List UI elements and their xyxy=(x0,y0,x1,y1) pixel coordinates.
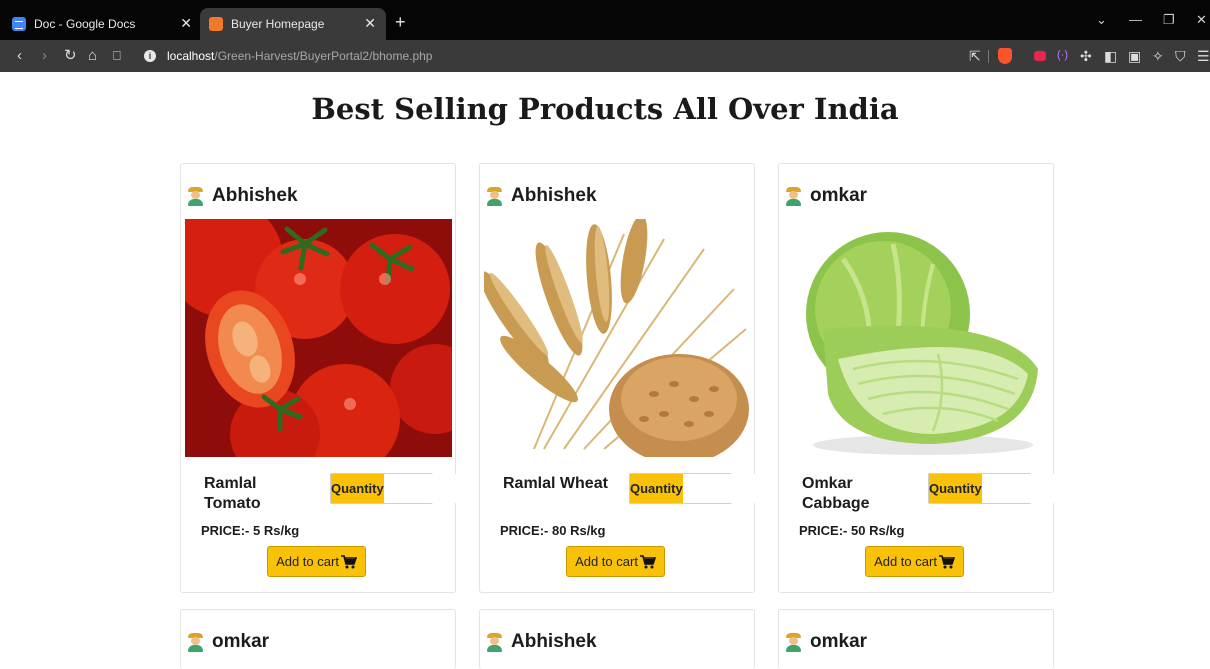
close-tab-icon[interactable]: ✕ xyxy=(180,15,192,32)
product-card: Abhishek xyxy=(479,609,755,669)
toolbar-divider xyxy=(988,50,989,63)
restore-icon[interactable]: ❐ xyxy=(1163,12,1175,28)
cart-icon xyxy=(639,554,656,568)
product-card: Abhishek Ramlal Tomato Quantity PRICE:- … xyxy=(180,163,568,593)
farmer-icon xyxy=(187,632,204,652)
quantity-input[interactable] xyxy=(981,474,1166,503)
minimize-icon[interactable]: — xyxy=(1129,12,1142,27)
quantity-field: Quantity xyxy=(330,473,568,504)
quantity-label: Quantity xyxy=(929,474,982,503)
cabbage-image xyxy=(783,219,1050,457)
new-tab-icon[interactable]: + xyxy=(395,13,406,31)
close-tab-icon[interactable]: ✕ xyxy=(364,15,376,32)
farmer-icon xyxy=(486,186,503,206)
google-docs-icon xyxy=(12,17,26,31)
tab-google-docs[interactable]: Doc - Google Docs ✕ xyxy=(12,8,202,40)
tab-title: Buyer Homepage xyxy=(231,17,325,31)
back-icon[interactable]: ‹ xyxy=(17,47,22,65)
product-name: Ramlal Wheat xyxy=(503,475,608,492)
seller-label: omkar xyxy=(810,185,868,206)
farmer-icon xyxy=(785,632,802,652)
product-card: omkar xyxy=(778,609,1054,669)
share-icon[interactable]: ⇱ xyxy=(969,48,981,64)
product-card: omkar Omkar Cabbage Quantity PRICE:- 50 xyxy=(778,163,1166,593)
seller-name: Abhishek xyxy=(486,185,597,207)
browser-tab-bar: Doc - Google Docs ✕ Buyer Homepage ✕ + ⌄… xyxy=(0,0,1210,40)
code-extension-icon[interactable]: (·) xyxy=(1057,49,1068,61)
product-price: PRICE:- 50 Rs/kg xyxy=(799,523,905,538)
farmer-icon xyxy=(486,632,503,652)
url-host: localhost xyxy=(167,49,215,63)
bookmark-icon[interactable]: ⎕ xyxy=(113,47,121,65)
url-path: /Green-Harvest/BuyerPortal2/bhome.php xyxy=(214,49,433,63)
close-window-icon[interactable]: ✕ xyxy=(1196,12,1207,28)
farmer-icon xyxy=(785,186,802,206)
farmer-icon xyxy=(187,186,204,206)
home-icon[interactable]: ⌂ xyxy=(88,47,97,65)
add-to-cart-label: Add to cart xyxy=(276,554,339,569)
brave-shields-icon[interactable] xyxy=(998,48,1012,64)
reload-icon[interactable]: ↻ xyxy=(64,47,77,65)
product-name: Ramlal Tomato xyxy=(204,475,261,512)
add-to-cart-label: Add to cart xyxy=(874,554,937,569)
product-price: PRICE:- 80 Rs/kg xyxy=(500,523,606,538)
add-to-cart-button[interactable]: Add to cart xyxy=(566,546,665,577)
seller-label: Abhishek xyxy=(511,185,597,206)
seller-name: omkar xyxy=(785,185,867,207)
tomato-image xyxy=(185,219,452,457)
sidebar-icon[interactable]: ◧ xyxy=(1104,48,1117,64)
wallet-icon[interactable]: ▣ xyxy=(1128,48,1141,64)
address-bar[interactable]: localhost/Green-Harvest/BuyerPortal2/bho… xyxy=(167,49,432,63)
vpn-icon[interactable]: ⛉ xyxy=(1175,48,1186,64)
extensions-icon[interactable]: ✣ xyxy=(1080,48,1092,64)
quantity-label: Quantity xyxy=(331,474,384,503)
seller-name: Abhishek xyxy=(187,185,298,207)
add-to-cart-button[interactable]: Add to cart xyxy=(865,546,964,577)
tab-search-icon[interactable]: ⌄ xyxy=(1096,12,1107,28)
buyer-page-icon xyxy=(209,17,223,31)
product-name: Omkar Cabbage xyxy=(802,475,870,512)
product-card: Abhishek xyxy=(479,163,867,593)
browser-toolbar: ‹ › ↻ ⌂ ⎕ i localhost/Green-Harvest/Buye… xyxy=(0,40,1210,72)
quantity-field: Quantity xyxy=(629,473,867,504)
menu-icon[interactable]: ☰ xyxy=(1197,48,1210,64)
video-extension-icon[interactable] xyxy=(1034,51,1046,61)
seller-label: Abhishek xyxy=(212,185,298,206)
product-card: omkar xyxy=(180,609,456,669)
page-title: Best Selling Products All Over India xyxy=(311,92,899,126)
forward-icon[interactable]: › xyxy=(42,47,47,65)
cart-icon xyxy=(340,554,357,568)
product-price: PRICE:- 5 Rs/kg xyxy=(201,523,300,538)
site-info-icon[interactable]: i xyxy=(144,50,156,62)
leo-ai-icon[interactable]: ✧ xyxy=(1152,48,1164,64)
cart-icon xyxy=(938,554,955,568)
tab-title: Doc - Google Docs xyxy=(34,17,136,31)
tab-buyer-homepage[interactable]: Buyer Homepage ✕ xyxy=(200,8,386,40)
quantity-label: Quantity xyxy=(630,474,683,503)
wheat-image xyxy=(484,219,751,457)
quantity-field: Quantity xyxy=(928,473,1166,504)
add-to-cart-label: Add to cart xyxy=(575,554,638,569)
add-to-cart-button[interactable]: Add to cart xyxy=(267,546,366,577)
